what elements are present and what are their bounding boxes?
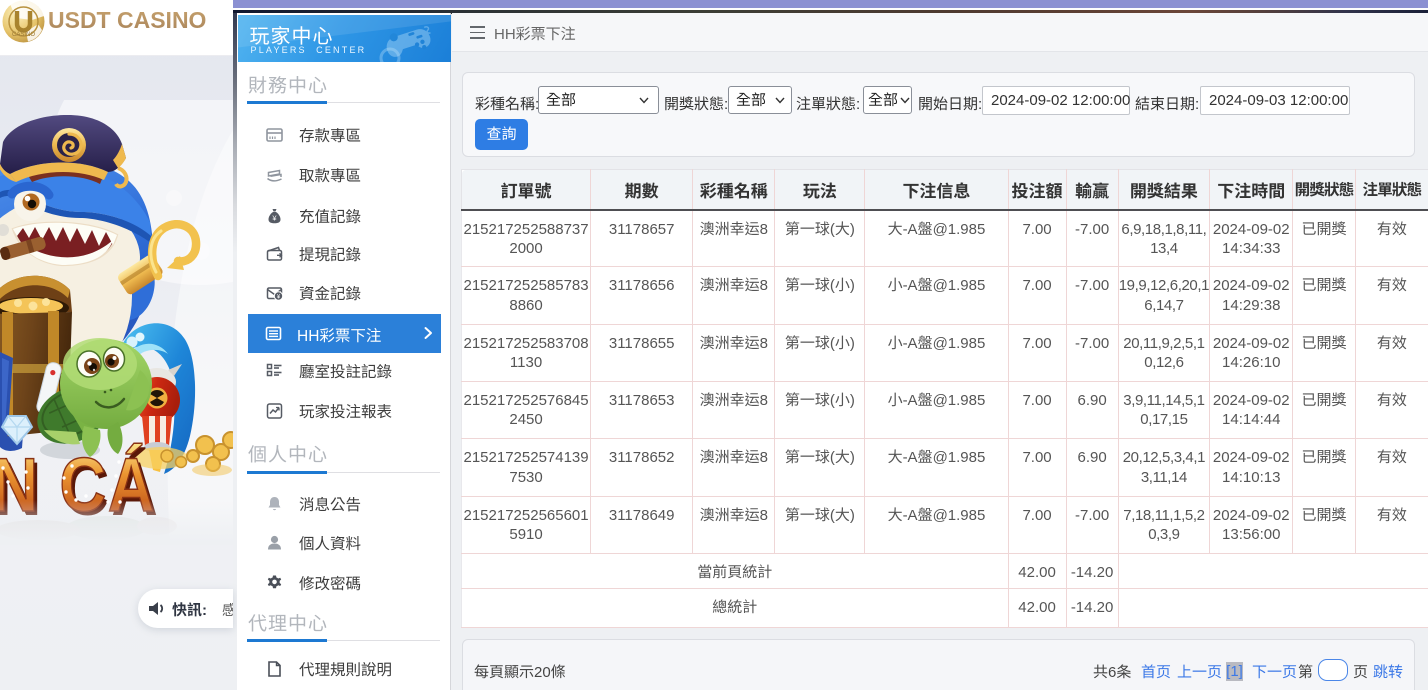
- svg-text:CASINO: CASINO: [12, 32, 35, 38]
